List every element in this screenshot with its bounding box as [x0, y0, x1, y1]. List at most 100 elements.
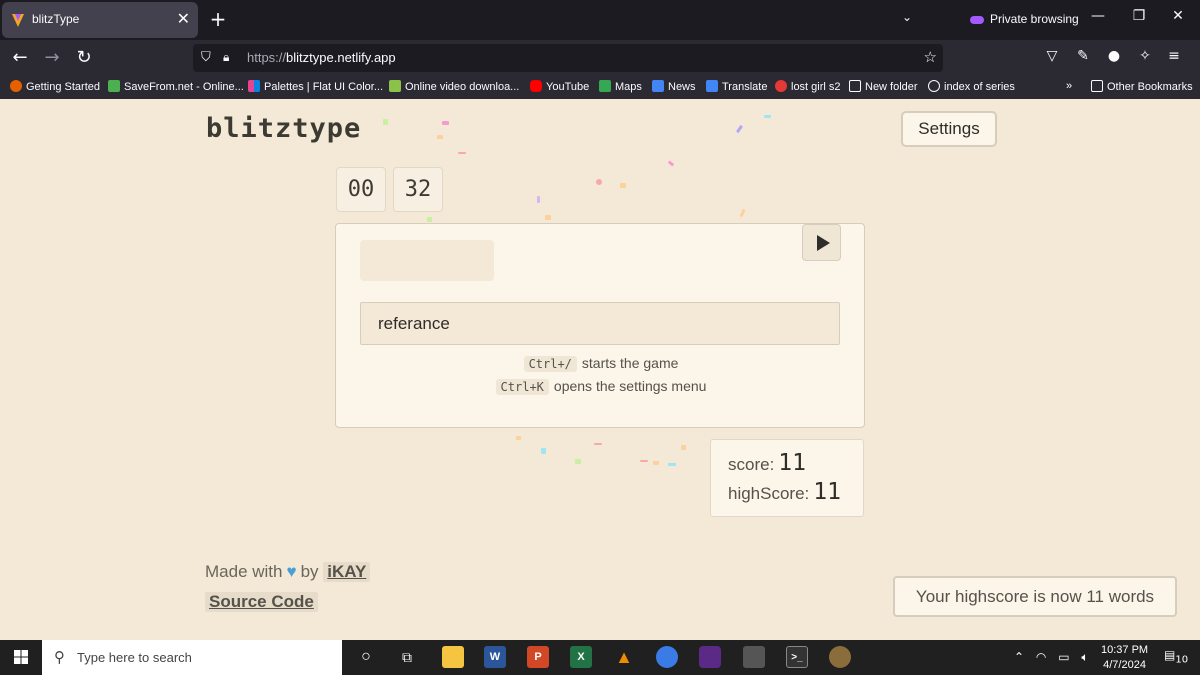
- task-view-icon[interactable]: ⧉: [396, 646, 418, 668]
- bookmark-label: index of series: [944, 81, 1015, 93]
- reload-icon[interactable]: ↻: [70, 44, 98, 72]
- highscore-row: highScore: 11: [728, 479, 841, 505]
- address-bar[interactable]: ⛉ 🔒︎ https://blitztype.netlify.app ☆: [193, 44, 943, 72]
- volume-icon[interactable]: 🔈︎: [1081, 650, 1088, 664]
- news-icon: [652, 80, 664, 92]
- folder-icon: [849, 80, 861, 92]
- url-text[interactable]: https://blitztype.netlify.app: [247, 50, 396, 65]
- web-page: blitztype Settings 00 32 referance Ctrl+…: [0, 99, 1200, 640]
- confetti-piece: [516, 436, 521, 440]
- bookmark-news[interactable]: News: [652, 80, 696, 96]
- bookmark-palettes[interactable]: Palettes | Flat UI Color...: [248, 80, 383, 96]
- bookmark-lost-girl[interactable]: lost girl s2: [775, 80, 841, 96]
- made-with-credit: Made with ♥ by iKAY: [205, 562, 371, 582]
- confetti-piece: [681, 445, 686, 450]
- confetti-piece: [537, 196, 540, 203]
- bookmark-label: Translate: [722, 81, 768, 93]
- bookmark-video-downloader[interactable]: Online video downloa...: [389, 80, 519, 96]
- maps-icon: [599, 80, 611, 92]
- windows-logo-icon: [14, 650, 28, 664]
- notification-center-icon[interactable]: ▤10: [1164, 648, 1188, 665]
- bookmark-translate[interactable]: Translate: [706, 80, 767, 96]
- globe-icon: [928, 80, 940, 92]
- bookmark-label: lost girl s2: [791, 81, 841, 93]
- tracking-protection-shield-icon[interactable]: ⛉: [201, 50, 211, 65]
- url-host: blitztype.netlify.app: [286, 50, 396, 65]
- minimize-button[interactable]: —: [1083, 8, 1113, 24]
- file-explorer-icon[interactable]: [442, 646, 464, 668]
- new-tab-button[interactable]: +: [205, 5, 231, 33]
- by-text: by: [300, 562, 319, 581]
- tab-title: blitzType: [32, 12, 80, 26]
- app-logo[interactable]: blitztype: [206, 113, 361, 144]
- bookmark-maps[interactable]: Maps: [599, 80, 642, 96]
- profile-avatar-icon[interactable]: ●: [1104, 48, 1124, 64]
- confetti-piece: [442, 121, 449, 125]
- other-bookmarks[interactable]: Other Bookmarks: [1091, 80, 1193, 96]
- settings-button[interactable]: Settings: [901, 111, 997, 147]
- close-window-button[interactable]: ✕: [1163, 8, 1193, 24]
- bookmark-youtube[interactable]: YouTube: [530, 80, 589, 96]
- source-code-link[interactable]: Source Code: [205, 592, 318, 612]
- start-button[interactable]: [0, 640, 42, 675]
- bookmark-label: Online video downloa...: [405, 81, 520, 93]
- vlc-icon[interactable]: ▲: [613, 646, 635, 668]
- back-icon[interactable]: ←: [6, 44, 34, 72]
- bookmark-label: Getting Started: [26, 81, 100, 93]
- clock-time: 10:37 PM: [1101, 644, 1149, 656]
- extensions-icon[interactable]: ✧: [1135, 48, 1155, 64]
- bookmark-new-folder[interactable]: New folder: [849, 80, 918, 96]
- pocket-icon[interactable]: ▽: [1042, 48, 1062, 64]
- restore-button[interactable]: ❐: [1124, 8, 1154, 24]
- taskbar-search[interactable]: ⚲ Type here to search: [42, 640, 342, 675]
- paint-icon[interactable]: [829, 646, 851, 668]
- search-placeholder: Type here to search: [77, 650, 192, 665]
- timer-minutes: 00: [336, 167, 386, 212]
- wifi-icon[interactable]: ◠: [1036, 650, 1046, 664]
- active-tab[interactable]: blitzType ✕: [2, 2, 198, 38]
- forward-icon[interactable]: →: [38, 44, 66, 72]
- battery-icon[interactable]: ▭: [1058, 650, 1069, 664]
- firefox-private-icon[interactable]: [699, 646, 721, 668]
- timer-seconds: 32: [393, 167, 443, 212]
- lock-icon[interactable]: 🔒︎: [223, 50, 229, 65]
- video-editor-icon[interactable]: [743, 646, 765, 668]
- bookmark-label: News: [668, 81, 696, 93]
- private-browsing-indicator: Private browsing: [970, 12, 1079, 26]
- highscore-label: highScore:: [728, 484, 810, 503]
- settings-hint: Ctrl+K opens the settings menu: [336, 378, 866, 395]
- firefox-taskbar-icon[interactable]: [656, 646, 678, 668]
- cortana-icon[interactable]: ○: [355, 646, 377, 668]
- terminal-icon[interactable]: >_: [786, 646, 808, 668]
- score-row: score: 11: [728, 450, 806, 476]
- source-code-link-wrap: Source Code: [205, 592, 318, 612]
- confetti-piece: [668, 463, 676, 466]
- tab-close-icon[interactable]: ✕: [177, 9, 190, 28]
- author-link[interactable]: iKAY: [323, 562, 371, 582]
- bookmark-label: Maps: [615, 81, 642, 93]
- other-bookmarks-label: Other Bookmarks: [1107, 81, 1193, 93]
- word-icon[interactable]: W: [484, 646, 506, 668]
- tray-chevron-icon[interactable]: ⌃: [1014, 650, 1024, 664]
- firefox-icon: [10, 80, 22, 92]
- palette-icon: [248, 80, 260, 92]
- bookmark-getting-started[interactable]: Getting Started: [10, 80, 100, 96]
- system-tray[interactable]: ⌃ ◠ ▭ 🔈︎: [1014, 650, 1089, 665]
- score-card: score: 11 highScore: 11: [710, 439, 864, 517]
- bookmarks-overflow-chevron-icon[interactable]: »: [1066, 80, 1072, 96]
- typing-input[interactable]: referance: [360, 302, 840, 345]
- bookmark-star-icon[interactable]: ☆: [924, 48, 937, 66]
- confetti-piece: [735, 124, 744, 134]
- list-all-tabs-icon[interactable]: ⌄: [902, 10, 912, 24]
- bookmark-label: Palettes | Flat UI Color...: [264, 81, 384, 93]
- private-mask-icon: [970, 15, 984, 24]
- taskbar-clock[interactable]: 10:37 PM 4/7/2024: [1101, 643, 1148, 673]
- wrench-icon[interactable]: ✎: [1073, 48, 1093, 64]
- bookmark-savefrom[interactable]: SaveFrom.net - Online...: [108, 80, 244, 96]
- menu-hamburger-icon[interactable]: ≡: [1164, 48, 1184, 64]
- download-arrow-icon: [108, 80, 120, 92]
- powerpoint-icon[interactable]: P: [527, 646, 549, 668]
- excel-icon[interactable]: X: [570, 646, 592, 668]
- bookmark-index-of-series[interactable]: index of series: [928, 80, 1015, 96]
- play-button[interactable]: [802, 224, 841, 261]
